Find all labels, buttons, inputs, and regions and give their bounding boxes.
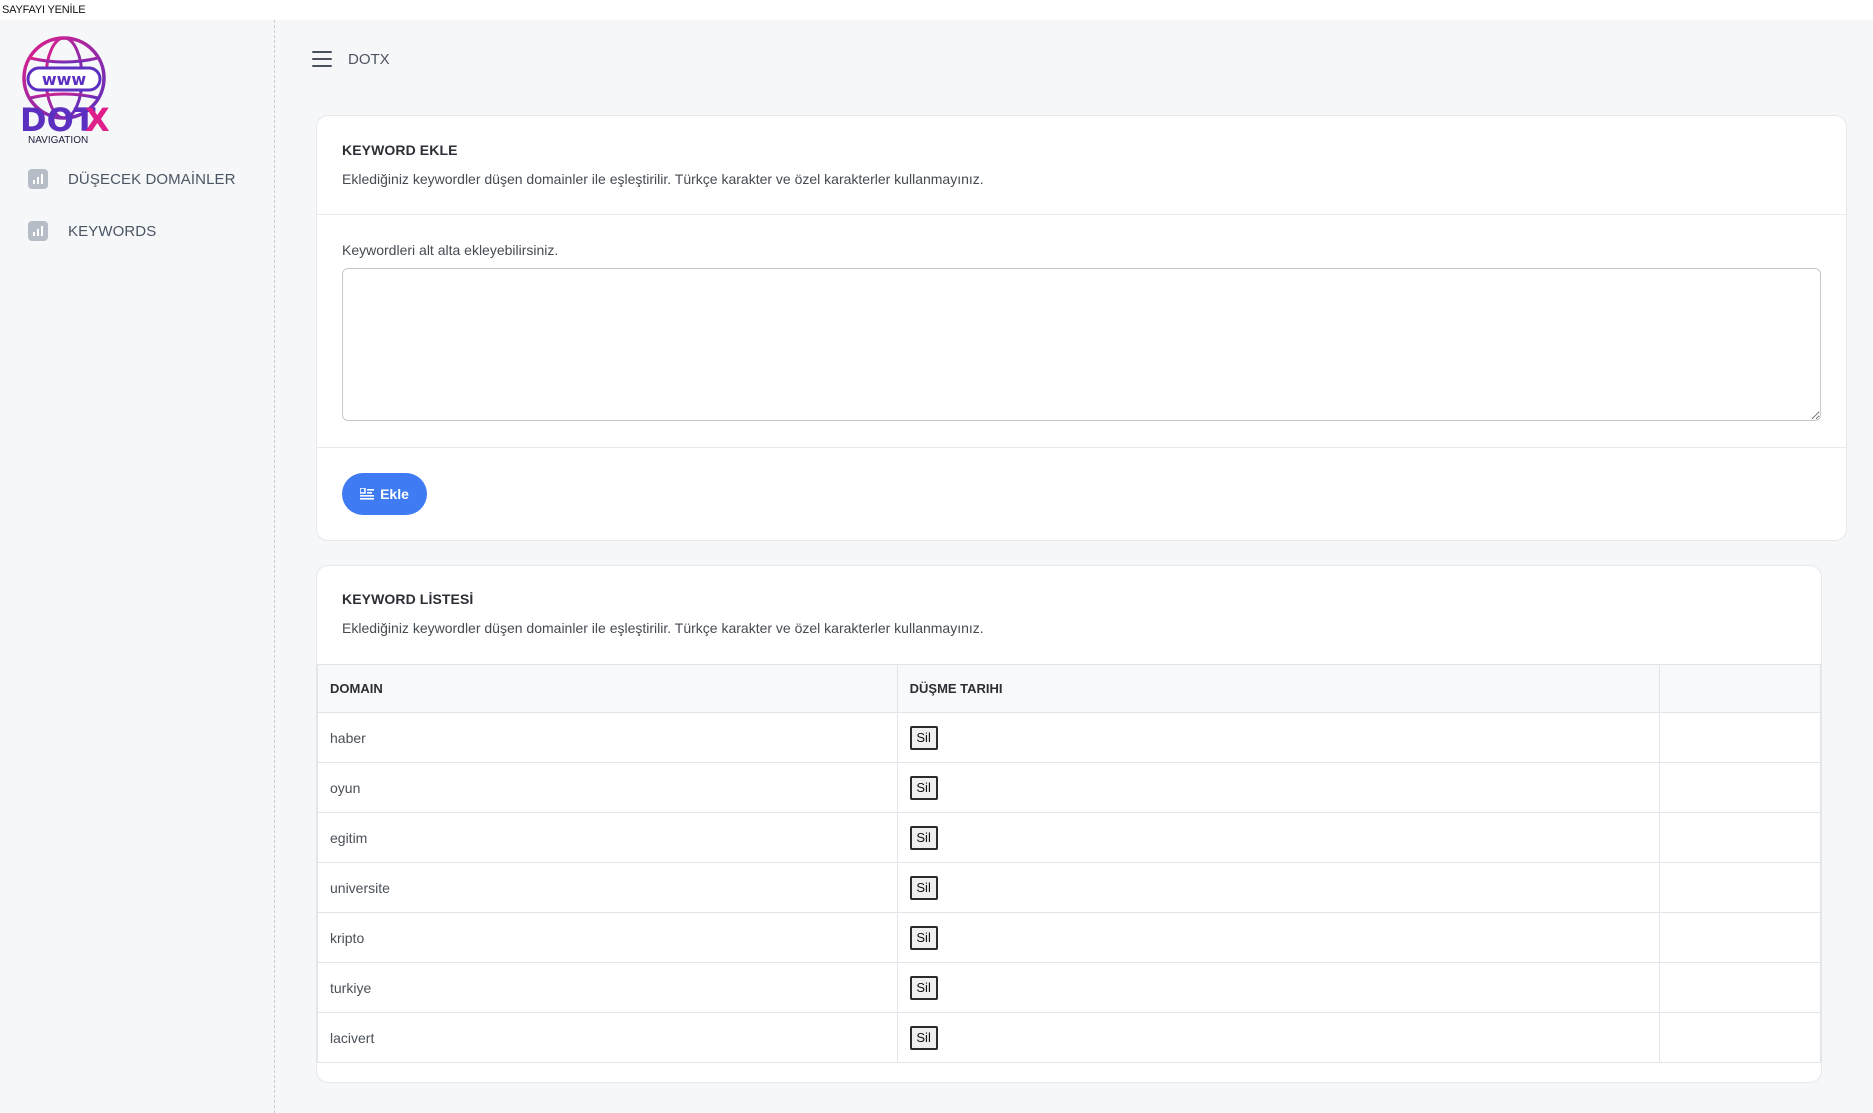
sidebar-item-dusecek-domainler[interactable]: DÜŞECEK DOMAİNLER [28, 164, 236, 194]
delete-button[interactable]: Sil [909, 1025, 938, 1050]
action-cell: Sil [896, 862, 1661, 913]
column-header-empty [1659, 664, 1821, 713]
sidebar: www DOT X NAVIGATION DÜŞECEK DOMAİNLER K… [0, 20, 275, 1113]
table-row: egitim Sil [317, 812, 1821, 863]
delete-button[interactable]: Sil [909, 975, 938, 1000]
refresh-page-link[interactable]: SAYFAYI YENİLE [0, 0, 1873, 20]
card-title: KEYWORD LİSTESİ [342, 591, 474, 607]
divider [317, 447, 1846, 448]
chart-icon [28, 169, 48, 189]
table-row: turkiye Sil [317, 962, 1821, 1013]
empty-cell [1659, 912, 1821, 963]
action-cell: Sil [896, 812, 1661, 863]
add-button-label: Ekle [380, 486, 409, 502]
hamburger-menu-icon[interactable] [312, 51, 332, 67]
delete-button[interactable]: Sil [909, 725, 938, 750]
column-header-dusme-tarihi[interactable]: DÜŞME TARIHI [896, 664, 1661, 713]
empty-cell [1659, 712, 1821, 763]
keyword-table: DOMAIN DÜŞME TARIHI haber Sil oyun Sil e… [317, 664, 1821, 1063]
keywords-field-label: Keywordleri alt alta ekleyebilirsiniz. [342, 242, 559, 258]
card-title: KEYWORD EKLE [342, 142, 458, 158]
divider [317, 214, 1846, 215]
empty-cell [1659, 1012, 1821, 1063]
globe-www-icon: www DOT X NAVIGATION [20, 36, 110, 144]
domain-cell: universite [317, 862, 898, 913]
table-row: haber Sil [317, 712, 1821, 763]
sidebar-item-label: DÜŞECEK DOMAİNLER [68, 170, 236, 188]
table-row: kripto Sil [317, 912, 1821, 963]
domain-cell: lacivert [317, 1012, 898, 1063]
delete-button[interactable]: Sil [909, 875, 938, 900]
dotx-logo[interactable]: www DOT X NAVIGATION [20, 34, 112, 144]
empty-cell [1659, 812, 1821, 863]
sidebar-item-label: KEYWORDS [68, 222, 157, 240]
table-row: universite Sil [317, 862, 1821, 913]
action-cell: Sil [896, 712, 1661, 763]
column-header-domain[interactable]: DOMAIN [317, 664, 898, 713]
delete-button[interactable]: Sil [909, 925, 938, 950]
keywords-textarea[interactable] [342, 268, 1821, 421]
empty-cell [1659, 862, 1821, 913]
delete-button[interactable]: Sil [909, 775, 938, 800]
keyword-add-card: KEYWORD EKLE Eklediğiniz keywordler düşe… [316, 115, 1847, 541]
domain-cell: turkiye [317, 962, 898, 1013]
domain-cell: oyun [317, 762, 898, 813]
keyword-list-card: KEYWORD LİSTESİ Eklediğiniz keywordler d… [316, 565, 1822, 1083]
empty-cell [1659, 962, 1821, 1013]
domain-cell: haber [317, 712, 898, 763]
table-row: lacivert Sil [317, 1012, 1821, 1063]
delete-button[interactable]: Sil [909, 825, 938, 850]
page-header: DOTX [312, 46, 390, 72]
empty-cell [1659, 762, 1821, 813]
list-add-icon [360, 488, 375, 500]
action-cell: Sil [896, 762, 1661, 813]
action-cell: Sil [896, 912, 1661, 963]
add-keyword-button[interactable]: Ekle [342, 473, 427, 515]
chart-icon [28, 221, 48, 241]
action-cell: Sil [896, 1012, 1661, 1063]
page-title: DOTX [348, 50, 390, 68]
action-cell: Sil [896, 962, 1661, 1013]
domain-cell: kripto [317, 912, 898, 963]
table-header-row: DOMAIN DÜŞME TARIHI [317, 664, 1821, 713]
card-subtitle: Eklediğiniz keywordler düşen domainler i… [342, 171, 984, 187]
table-row: oyun Sil [317, 762, 1821, 813]
svg-text:www: www [42, 70, 87, 89]
card-subtitle: Eklediğiniz keywordler düşen domainler i… [342, 620, 984, 636]
sidebar-item-keywords[interactable]: KEYWORDS [28, 216, 156, 246]
brand-subtitle: NAVIGATION [28, 135, 88, 144]
domain-cell: egitim [317, 812, 898, 863]
brand-name-accent: X [85, 101, 110, 139]
